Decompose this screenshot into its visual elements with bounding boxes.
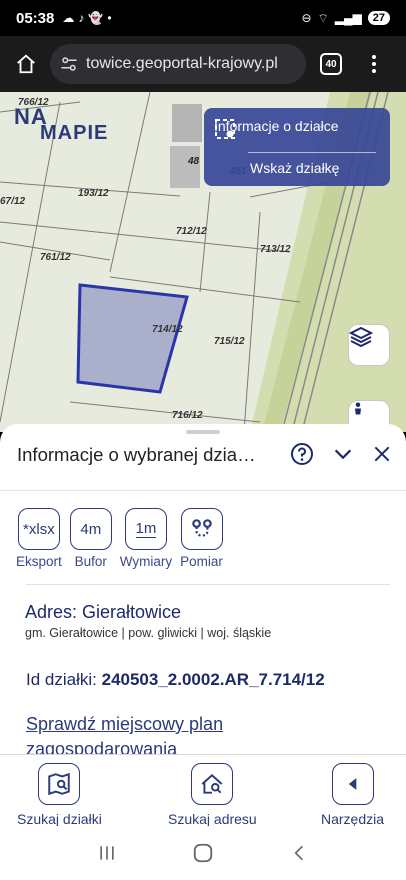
parcel-label: 193/12 <box>78 188 109 199</box>
layers-button[interactable] <box>348 324 390 366</box>
tool-row: *xlsx Eksport 4m Bufor 1m Wymiary Pomiar <box>16 508 223 569</box>
wifi-icon: ⌔ <box>317 10 329 25</box>
system-navigation <box>0 826 406 880</box>
parcel-label: 712/12 <box>176 226 207 237</box>
select-parcel-icon <box>215 119 235 139</box>
dimensions-tool[interactable]: 1m Wymiary <box>120 508 172 569</box>
sheet-divider <box>0 490 406 491</box>
route-icon <box>191 519 212 537</box>
dimensions-icon-text: 1m <box>135 520 157 538</box>
tools-button[interactable]: Narzędzia <box>321 763 384 827</box>
browser-menu-button[interactable] <box>364 49 384 79</box>
chevron-left-icon <box>331 763 374 805</box>
section-divider <box>26 584 390 585</box>
battery-indicator: 27 <box>367 11 390 25</box>
find-parcel-button[interactable]: Szukaj działki <box>17 763 102 827</box>
snapchat-icon: 👻 <box>88 11 104 25</box>
home-search-icon <box>191 763 234 805</box>
parcel-popup: Informacje o działce Wskaż działkę <box>204 108 390 186</box>
parcel-label: 716/12 <box>172 410 203 421</box>
parcel-label: 713/12 <box>260 244 291 255</box>
logo-bottom: MAPIE <box>40 122 109 144</box>
chevron-down-icon[interactable] <box>332 443 354 465</box>
cloud-icon: ☁ <box>62 11 75 25</box>
tool-label: Eksport <box>16 554 62 569</box>
export-icon: *xlsx <box>17 508 60 550</box>
tool-label: Pomiar <box>180 554 223 569</box>
close-icon[interactable] <box>372 444 392 464</box>
measure-icon <box>180 508 223 550</box>
popup-divider <box>248 152 376 153</box>
sheet-title: Informacje o wybranej działce <box>17 444 257 465</box>
layers-icon <box>349 326 373 348</box>
sheet-handle[interactable] <box>186 430 220 434</box>
home-search-glyph <box>201 774 223 794</box>
address-bar[interactable]: towice.geoportal-krajowy.pl <box>50 44 306 84</box>
status-time: 05:38 <box>16 9 55 27</box>
signal-icon: ▂▄▆ <box>334 11 362 25</box>
notification-icons: ☁ ♪ 👻 • <box>62 11 111 25</box>
parcel-info-sheet: Informacje o wybranej działce *xlsx Eksp… <box>0 424 406 754</box>
show-parcel-button[interactable]: Wskaż działkę <box>250 160 339 176</box>
dimensions-icon: 1m <box>124 508 167 550</box>
browser-toolbar: towice.geoportal-krajowy.pl 40 <box>0 36 406 92</box>
buffer-tool[interactable]: 4m Bufor <box>69 508 112 569</box>
parcel-info-button[interactable]: Informacje o działce <box>214 118 339 139</box>
zoning-plan-link[interactable]: Sprawdź miejscowy plan zagospodarowania <box>26 712 286 754</box>
map-search-glyph <box>48 772 71 796</box>
bottom-navigation: Szukaj działki Szukaj adresu Narzędzia <box>0 754 406 827</box>
parcel-id-row: Id działki: 240503_2.0002.AR_7.714/12 <box>26 670 325 690</box>
tiktok-icon: ♪ <box>78 11 85 25</box>
address-details: gm. Gierałtowice | pow. gliwicki | woj. … <box>25 626 272 640</box>
nav-label: Szukaj adresu <box>168 811 257 827</box>
parcel-label: 67/12 <box>0 196 26 207</box>
export-tool[interactable]: *xlsx Eksport <box>16 508 62 569</box>
home-button[interactable] <box>8 46 44 82</box>
home-icon <box>17 54 35 74</box>
nav-label: Szukaj działki <box>17 811 102 827</box>
parcel-id-value: 240503_2.0002.AR_7.714/12 <box>101 670 325 689</box>
measure-tool[interactable]: Pomiar <box>180 508 223 569</box>
parcel-id-label: Id działki: <box>26 670 97 689</box>
dot-icon: • <box>107 11 112 25</box>
sheet-actions <box>290 442 392 466</box>
person-icon <box>355 402 361 415</box>
map-search-icon <box>38 763 81 805</box>
parcel-label: 715/12 <box>214 336 245 347</box>
dnd-icon: ⊖ <box>301 11 312 25</box>
find-address-button[interactable]: Szukaj adresu <box>168 763 257 827</box>
buffer-icon: 4m <box>69 508 112 550</box>
back-icon[interactable] <box>289 843 309 863</box>
tool-label: Bufor <box>74 554 107 569</box>
nav-label: Narzędzia <box>321 811 385 827</box>
url-text: towice.geoportal-krajowy.pl <box>86 55 278 72</box>
system-icons: ⊖ ⌔ ▂▄▆ 27 <box>301 11 390 26</box>
home-nav-icon[interactable] <box>192 842 214 864</box>
tab-switcher-button[interactable]: 40 <box>320 53 342 75</box>
triangle-left-glyph <box>348 778 356 790</box>
status-bar: 05:38 ☁ ♪ 👻 • ⊖ ⌔ ▂▄▆ 27 <box>0 0 406 36</box>
building-label: 48 <box>188 156 200 167</box>
parcel-label: 714/12 <box>152 324 183 335</box>
address-title: Adres: Gierałtowice <box>25 602 182 622</box>
tool-label: Wymiary <box>119 554 173 569</box>
recent-apps-icon[interactable] <box>97 843 117 863</box>
help-icon[interactable] <box>290 442 314 466</box>
site-settings-icon[interactable] <box>60 55 78 73</box>
map-view[interactable]: 766/12 193/12 761/12 712/12 713/12 714/1… <box>0 92 406 432</box>
parcel-label: 761/12 <box>40 252 71 263</box>
